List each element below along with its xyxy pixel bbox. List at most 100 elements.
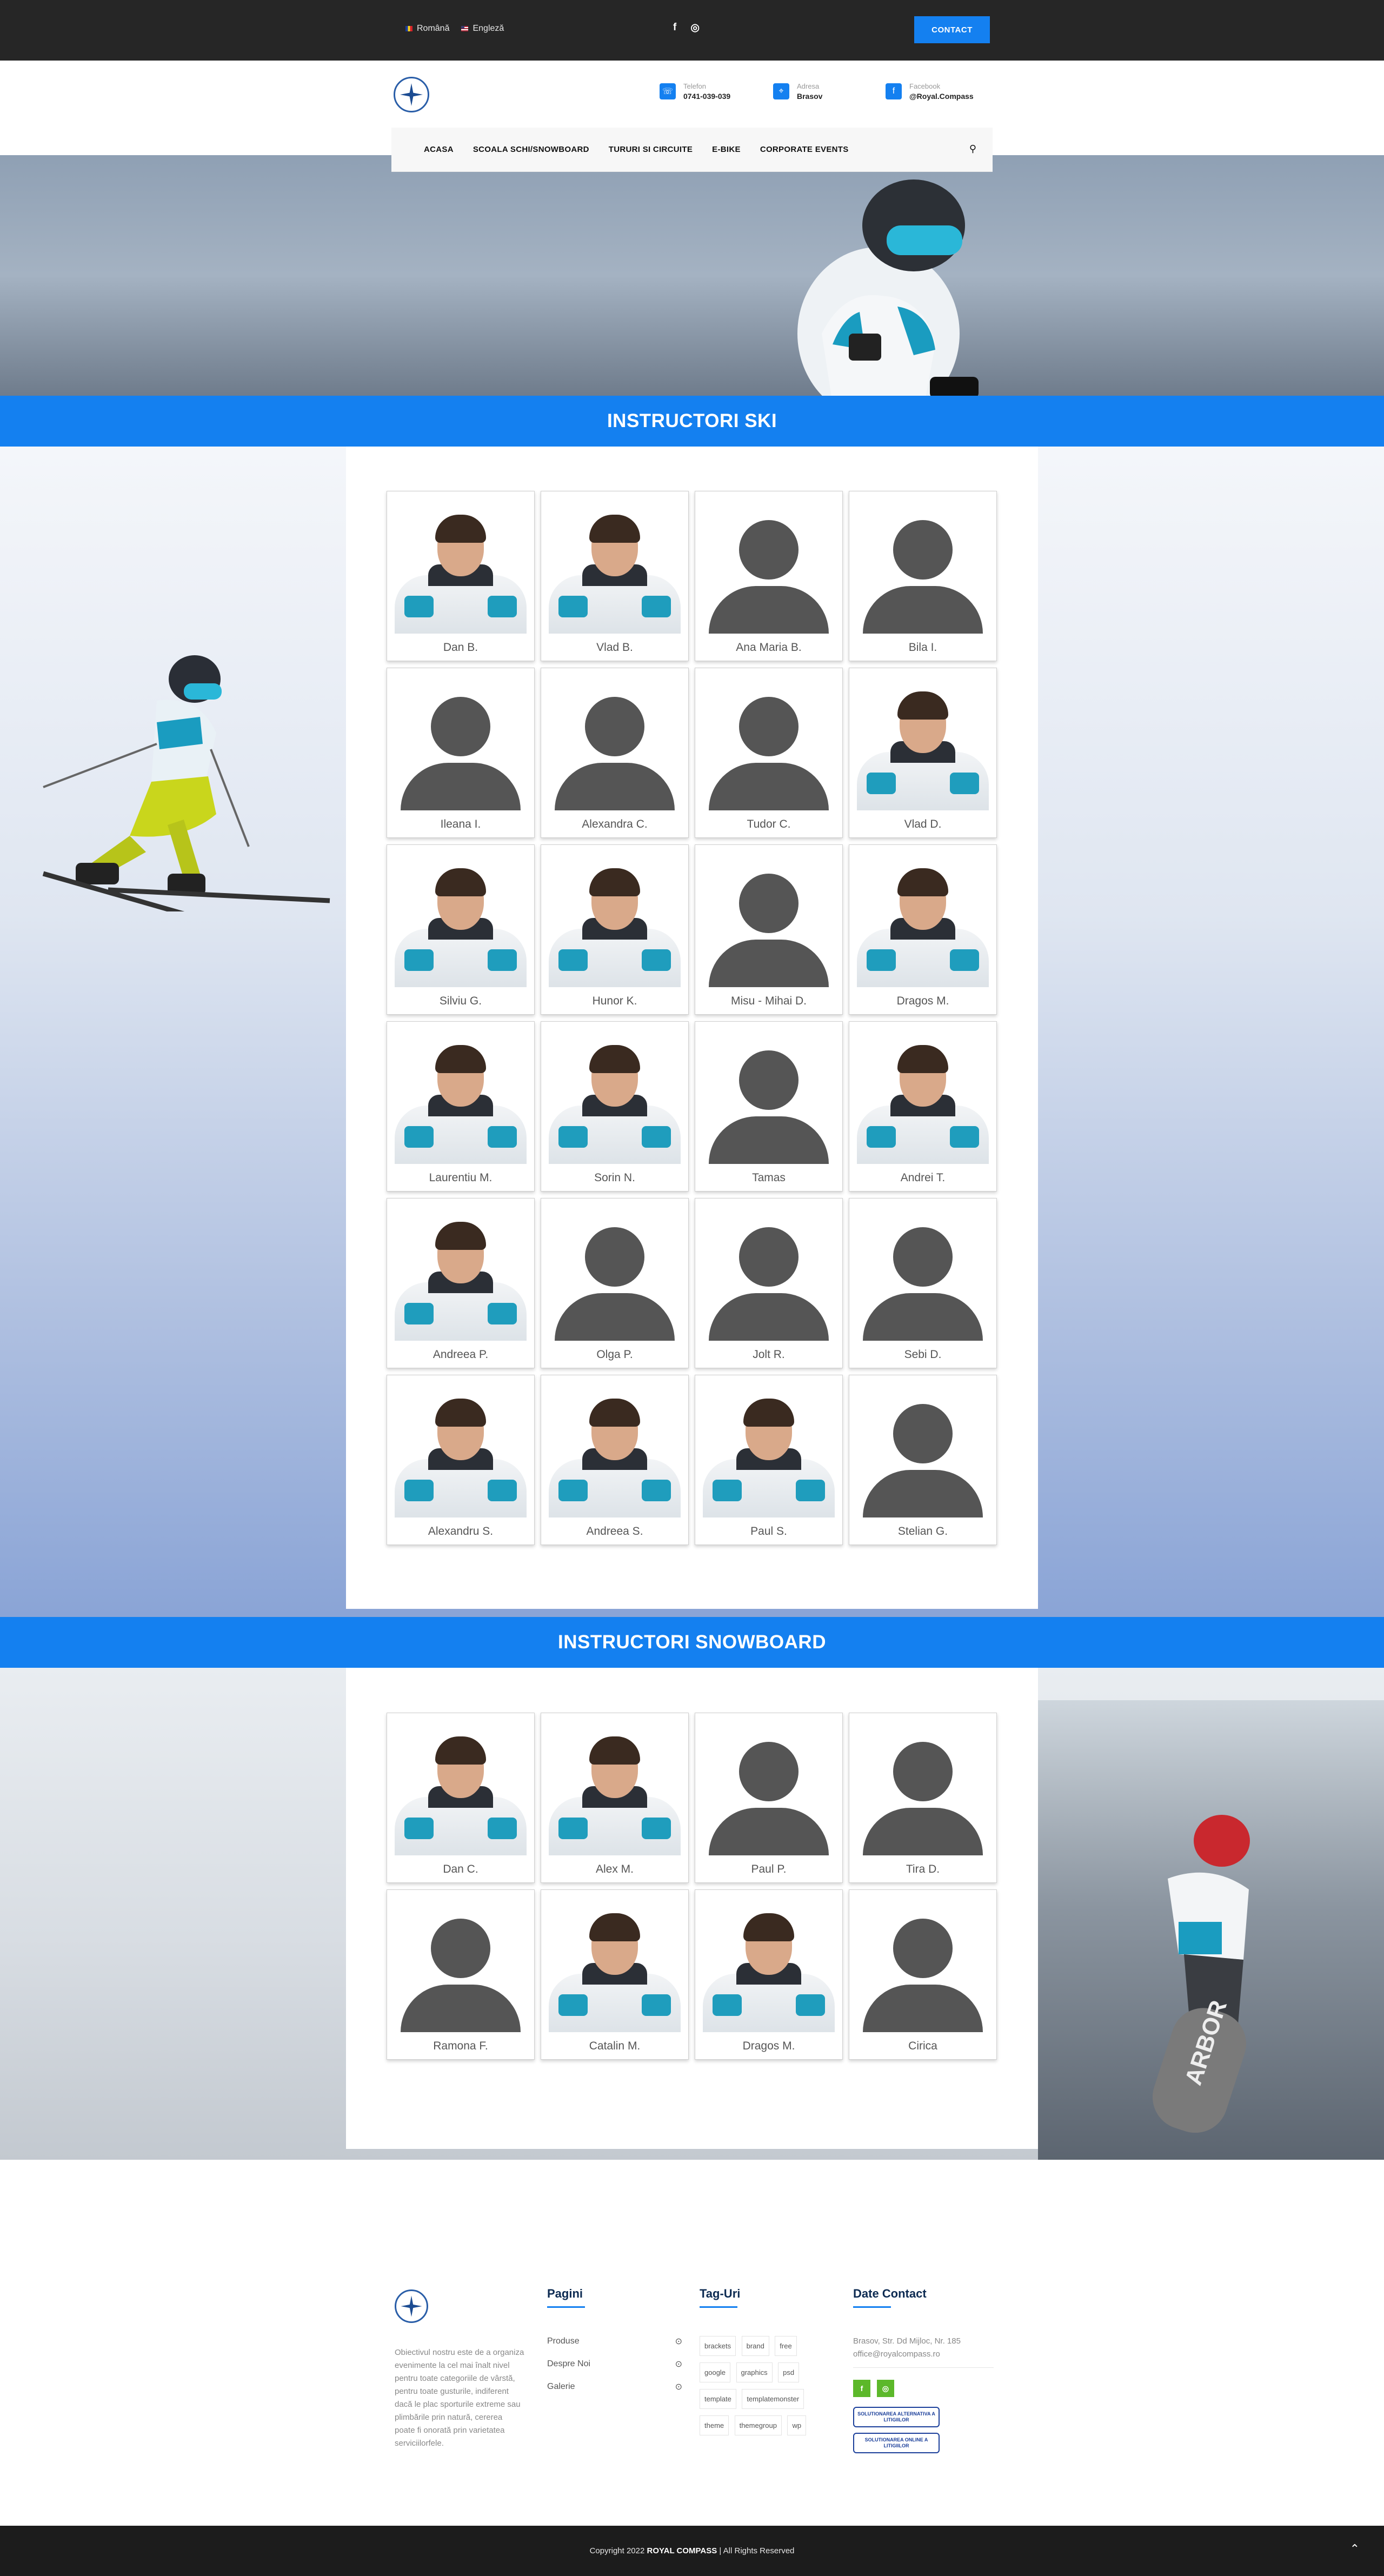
info-label: Adresa [797, 82, 820, 90]
instructor-card[interactable]: Alexandra C. [541, 668, 689, 838]
nav-item-e-bike[interactable]: E-BIKE [712, 145, 741, 154]
instructor-card[interactable]: Andrei T. [849, 1021, 997, 1192]
compass-star-icon [400, 83, 423, 106]
instructor-card[interactable]: Olga P. [541, 1198, 689, 1368]
hair [435, 1222, 486, 1250]
instructor-card[interactable]: Vlad D. [849, 668, 997, 838]
instructor-photo [854, 849, 992, 987]
avatar-body [401, 1985, 521, 2032]
nav-item-corporate-events[interactable]: CORPORATE EVENTS [760, 145, 849, 154]
scroll-to-top-icon[interactable]: ⌃ [1350, 2542, 1360, 2556]
instructor-card[interactable]: Dragos M. [849, 844, 997, 1015]
instructor-card[interactable]: Paul P. [695, 1713, 843, 1883]
instagram-icon[interactable]: ◎ [877, 2380, 894, 2397]
avatar-head [431, 697, 490, 756]
instructor-name: Paul S. [750, 1525, 787, 1537]
instructor-name: Silviu G. [439, 995, 482, 1007]
footer-email[interactable]: office@royalcompass.ro [853, 2348, 994, 2361]
footer-pages-column: Pagini Produse ⊙ Despre Noi ⊙ Galerie ⊙ [547, 2287, 682, 2392]
avatar-head [585, 1227, 644, 1287]
nav-item-tururi-si-circuite[interactable]: TURURI SI CIRCUITE [609, 145, 693, 154]
tag-template[interactable]: template [700, 2389, 736, 2409]
tag-free[interactable]: free [775, 2336, 797, 2356]
instructor-card[interactable]: Tudor C. [695, 668, 843, 838]
instructor-card[interactable]: Jolt R. [695, 1198, 843, 1368]
instructor-card[interactable]: Dragos M. [695, 1889, 843, 2060]
instructor-card[interactable]: Silviu G. [387, 844, 535, 1015]
instructor-name: Jolt R. [753, 1348, 785, 1361]
tag-templatemonster[interactable]: templatemonster [742, 2389, 804, 2409]
instructor-name: Alexandru S. [428, 1525, 494, 1537]
instructor-card[interactable]: Dan B. [387, 491, 535, 661]
tag-graphics[interactable]: graphics [736, 2362, 773, 2382]
tag-themegroup[interactable]: themegroup [734, 2415, 782, 2435]
nav-item-scoala-schi-snowboard[interactable]: SCOALA SCHI/SNOWBOARD [473, 145, 589, 154]
royal-compass-logo[interactable] [394, 77, 429, 112]
instructor-card[interactable]: Bila I. [849, 491, 997, 661]
language-engleza[interactable]: Engleză [461, 24, 504, 34]
main-navigation: ACASA SCOALA SCHI/SNOWBOARD TURURI SI CI… [391, 128, 993, 172]
contact-button[interactable]: CONTACT [914, 16, 990, 43]
instructor-name: Vlad D. [904, 818, 942, 830]
tag-psd[interactable]: psd [778, 2362, 800, 2382]
facebook-icon[interactable]: f [673, 22, 676, 34]
circle-arrow-icon: ⊙ [675, 2337, 682, 2346]
avatar-body [863, 1985, 983, 2032]
footer-link-despre-noi[interactable]: Despre Noi ⊙ [547, 2359, 682, 2369]
instructor-card[interactable]: Laurentiu M. [387, 1021, 535, 1192]
phone-number[interactable]: 0741-039-039 [683, 92, 730, 101]
tag-google[interactable]: google [700, 2362, 731, 2382]
anpc-sol-badge[interactable]: SOLUTIONAREA ONLINE A LITIGIILOR [853, 2433, 940, 2453]
tag-brand[interactable]: brand [741, 2336, 769, 2356]
instructor-card[interactable]: Misu - Mihai D. [695, 844, 843, 1015]
avatar-head [893, 1227, 953, 1287]
instructor-photo [854, 673, 992, 810]
facebook-icon[interactable]: f [853, 2380, 870, 2397]
skier-side-image [42, 655, 330, 911]
instructor-card[interactable]: Vlad B. [541, 491, 689, 661]
instructor-card[interactable]: Ana Maria B. [695, 491, 843, 661]
footer-about-text: Obiectivul nostru este de a organiza eve… [395, 2348, 524, 2448]
instructor-card[interactable]: Stelian G. [849, 1375, 997, 1545]
instructor-card[interactable]: Cirica [849, 1889, 997, 2060]
tag-wp[interactable]: wp [787, 2415, 807, 2435]
avatar-head [431, 1919, 490, 1978]
instructor-card[interactable]: Ileana I. [387, 668, 535, 838]
instructor-card[interactable]: Hunor K. [541, 844, 689, 1015]
instructor-card[interactable]: Andreea P. [387, 1198, 535, 1368]
instructor-card[interactable]: Catalin M. [541, 1889, 689, 2060]
instructor-name: Tamas [752, 1171, 786, 1184]
hair [589, 1913, 640, 1941]
instructor-card[interactable]: Dan C. [387, 1713, 535, 1883]
facebook-handle[interactable]: @Royal.Compass [909, 92, 974, 101]
language-romana[interactable]: Română [405, 24, 449, 34]
instructor-card[interactable]: Paul S. [695, 1375, 843, 1545]
instructor-card[interactable]: Tamas [695, 1021, 843, 1192]
footer-link-label: Produse [547, 2337, 580, 2346]
tag-theme[interactable]: theme [700, 2415, 729, 2435]
address-value: Brasov [797, 92, 823, 101]
avatar-placeholder-icon [854, 1203, 992, 1341]
footer-link-galerie[interactable]: Galerie ⊙ [547, 2381, 682, 2392]
anpc-sal-badge[interactable]: SOLUTIONAREA ALTERNATIVA A LITIGIILOR [853, 2407, 940, 2427]
instructor-card[interactable]: Tira D. [849, 1713, 997, 1883]
footer-link-produse[interactable]: Produse ⊙ [547, 2336, 682, 2347]
instructor-card[interactable]: Sorin N. [541, 1021, 689, 1192]
avatar-body [709, 586, 829, 634]
instructor-card[interactable]: Sebi D. [849, 1198, 997, 1368]
header-phone: ☏ Telefon 0741-039-039 [660, 82, 730, 101]
instructor-name: Alex M. [595, 1863, 634, 1875]
search-icon[interactable]: ⚲ [969, 143, 976, 155]
hair [435, 1736, 486, 1765]
compass-star-icon [401, 2295, 422, 2317]
instagram-icon[interactable]: ◎ [690, 22, 700, 34]
instructor-card[interactable]: Alex M. [541, 1713, 689, 1883]
nav-item-acasa[interactable]: ACASA [424, 145, 454, 154]
avatar-placeholder-icon [700, 1026, 838, 1164]
tag-brackets[interactable]: brackets [700, 2336, 736, 2356]
instructor-card[interactable]: Andreea S. [541, 1375, 689, 1545]
instructor-card[interactable]: Ramona F. [387, 1889, 535, 2060]
hair [435, 868, 486, 896]
footer-logo[interactable] [395, 2289, 428, 2323]
instructor-card[interactable]: Alexandru S. [387, 1375, 535, 1545]
